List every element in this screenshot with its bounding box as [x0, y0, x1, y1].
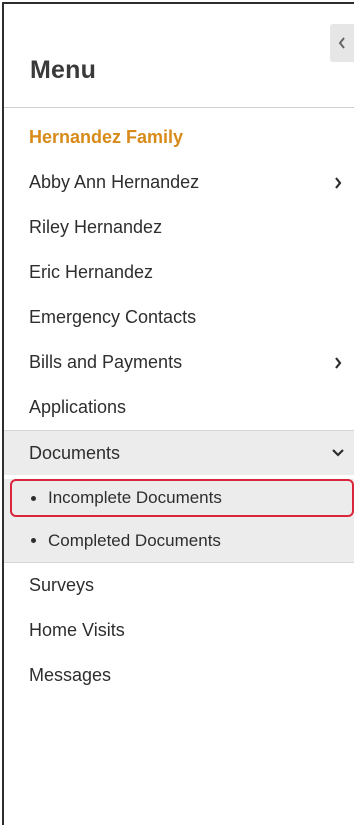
menu-item-label: Documents: [29, 442, 121, 463]
submenu-item-label: Incomplete Documents: [48, 488, 222, 507]
title-divider: [4, 107, 354, 108]
side-menu-panel: Menu Hernandez Family Abby Ann Hernandez…: [2, 2, 354, 825]
chevron-right-icon: [330, 355, 346, 371]
collapse-menu-button[interactable]: [330, 24, 354, 62]
submenu-item-label: Completed Documents: [48, 530, 221, 550]
menu-item-label: Applications: [29, 397, 127, 417]
menu-item-applications[interactable]: Applications: [4, 385, 354, 430]
bullet-icon: [31, 495, 36, 501]
menu-item-documents[interactable]: Documents: [4, 430, 354, 475]
menu-title: Menu: [30, 56, 97, 84]
family-name-heading: Hernandez Family: [4, 115, 354, 160]
documents-submenu: Incomplete Documents Completed Documents: [4, 479, 354, 563]
submenu-item-completed-documents[interactable]: Completed Documents: [4, 519, 354, 562]
menu-nav: Hernandez Family Abby Ann Hernandez Rile…: [4, 115, 354, 698]
bullet-icon: [31, 538, 36, 543]
chevron-left-icon: [338, 37, 345, 49]
menu-item-label: Emergency Contacts: [29, 307, 197, 327]
menu-item-eric-hernandez[interactable]: Eric Hernandez: [4, 250, 354, 295]
submenu-item-incomplete-documents[interactable]: Incomplete Documents: [10, 479, 354, 517]
menu-item-label: Abby Ann Hernandez: [29, 172, 200, 192]
menu-item-label: Messages: [29, 665, 112, 685]
menu-item-label: Bills and Payments: [29, 352, 183, 372]
menu-item-messages[interactable]: Messages: [4, 653, 354, 698]
menu-item-abby-ann-hernandez[interactable]: Abby Ann Hernandez: [4, 160, 354, 205]
menu-item-label: Surveys: [29, 575, 95, 595]
chevron-down-icon: [330, 445, 346, 461]
menu-item-label: Eric Hernandez: [29, 262, 154, 282]
menu-item-home-visits[interactable]: Home Visits: [4, 608, 354, 653]
menu-item-label: Home Visits: [29, 620, 125, 640]
menu-item-riley-hernandez[interactable]: Riley Hernandez: [4, 205, 354, 250]
menu-item-surveys[interactable]: Surveys: [4, 563, 354, 608]
chevron-right-icon: [330, 175, 346, 191]
menu-item-emergency-contacts[interactable]: Emergency Contacts: [4, 295, 354, 340]
family-name-label: Hernandez Family: [29, 127, 184, 147]
menu-item-label: Riley Hernandez: [29, 217, 163, 237]
menu-item-bills-and-payments[interactable]: Bills and Payments: [4, 340, 354, 385]
